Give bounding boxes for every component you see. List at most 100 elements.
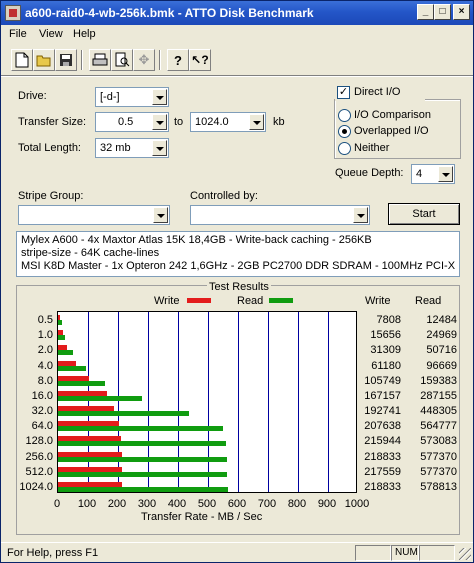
chevron-down-icon[interactable] [152,89,167,105]
direct-io-option[interactable]: ✓ Direct I/O [335,85,425,101]
read-bar [58,350,73,356]
x-tick-label: 0 [53,498,61,510]
read-bar [58,395,142,401]
x-tick-label: 600 [227,498,247,510]
overlapped-io-radio[interactable] [338,125,351,138]
queue-depth-label: Queue Depth: [335,167,404,179]
read-bar [58,335,65,341]
move-icon[interactable]: ✥ [133,49,155,71]
read-value: 287155 [420,389,457,402]
resize-grip[interactable] [459,548,471,560]
read-bar [58,441,226,447]
start-button[interactable]: Start [388,203,460,225]
transfer-size-label: 128.0 [25,435,53,448]
transfer-size-label: Transfer Size: [18,116,87,128]
help-icon[interactable]: ? [167,49,189,71]
print-icon[interactable] [89,49,111,71]
transfer-size-label: 512.0 [25,465,53,478]
status-pane-scroll [419,545,455,561]
results-title: Test Results [207,281,271,293]
write-value: 31309 [370,344,401,357]
transfer-size-label: 64.0 [31,420,53,433]
write-value: 217559 [364,465,401,478]
description-textbox[interactable]: Mylex A600 - 4x Maxtor Atlas 15K 18,4GB … [16,231,460,277]
x-tick-label: 200 [107,498,127,510]
menu-help[interactable]: Help [73,28,96,40]
x-tick-label: 1000 [344,498,370,510]
grid-line [268,312,269,492]
app-icon[interactable] [5,5,21,21]
print-preview-icon[interactable] [111,49,133,71]
chevron-down-icon[interactable] [249,114,264,130]
description-line: Mylex A600 - 4x Maxtor Atlas 15K 18,4GB … [21,234,372,246]
read-value: 159383 [420,374,457,387]
grid-line [238,312,239,492]
x-tick-label: 300 [137,498,157,510]
direct-io-label: Direct I/O [354,86,401,98]
read-bar [58,365,86,371]
write-legend-label: Write [154,295,180,307]
menu-file[interactable]: File [9,28,27,40]
read-value: 577370 [420,450,457,463]
chevron-down-icon[interactable] [153,207,168,223]
close-button[interactable]: × [453,4,470,20]
read-value: 578813 [420,480,457,493]
total-length-value: 32 mb [100,142,131,154]
grid-line [118,312,119,492]
write-value: 207638 [364,420,401,433]
read-value: 577370 [420,465,457,478]
read-value: 573083 [420,435,457,448]
write-value: 7808 [376,314,401,326]
chevron-down-icon[interactable] [152,140,167,156]
grid-line [148,312,149,492]
transfer-size-from-select[interactable]: 0.5 [95,112,169,132]
controlled-by-select[interactable] [190,205,370,225]
maximize-button[interactable]: □ [434,4,451,20]
drive-select[interactable]: [-d-] [95,87,169,107]
open-icon[interactable] [33,49,55,71]
read-value: 96669 [426,359,457,372]
grid-line [178,312,179,492]
io-comparison-radio[interactable] [338,109,351,122]
write-value: 215944 [364,435,401,448]
transfer-size-label: 2.0 [37,344,53,357]
neither-radio[interactable] [338,142,351,155]
write-value: 218833 [364,450,401,463]
minimize-button[interactable]: _ [417,4,434,20]
total-length-select[interactable]: 32 mb [95,138,169,158]
transfer-size-to-select[interactable]: 1024.0 [190,112,266,132]
chevron-down-icon[interactable] [353,207,368,223]
neither-label: Neither [354,142,390,154]
new-icon[interactable] [11,49,33,71]
read-bar [58,320,62,325]
read-value: 24969 [426,329,457,342]
write-value: 105749 [364,374,401,387]
toolbar: ✥ ? ↖? [7,47,467,73]
write-value: 218833 [364,480,401,493]
grid-line [328,312,329,492]
stripe-group-select[interactable] [18,205,170,225]
chevron-down-icon[interactable] [152,114,167,130]
write-value: 192741 [364,405,401,417]
transfer-to-label: to [174,116,184,128]
menu-view[interactable]: View [39,28,63,40]
x-tick-label: 100 [77,498,97,510]
title-bar[interactable]: a600-raid0-4-wb-256k.bmk - ATTO Disk Ben… [1,1,473,25]
controlled-by-label: Controlled by: [190,190,258,202]
context-help-icon[interactable]: ↖? [189,49,211,71]
x-tick-label: 900 [317,498,337,510]
status-pane-caps [355,545,391,561]
x-tick-label: 700 [257,498,277,510]
queue-depth-select[interactable]: 4 [411,164,455,184]
write-value: 61180 [371,359,401,372]
direct-io-checkbox[interactable]: ✓ [337,86,350,99]
transfer-size-label: 8.0 [37,374,53,387]
overlapped-io-label: Overlapped I/O [354,125,429,137]
read-column-header: Read [415,295,442,307]
chevron-down-icon[interactable] [438,166,453,182]
status-bar: For Help, press F1 NUM [1,542,473,562]
description-line: MSI K8D Master - 1x Opteron 242 1,6GHz -… [21,260,456,272]
read-value: 564777 [420,420,457,433]
queue-depth-value: 4 [416,168,423,180]
save-icon[interactable] [55,49,77,71]
